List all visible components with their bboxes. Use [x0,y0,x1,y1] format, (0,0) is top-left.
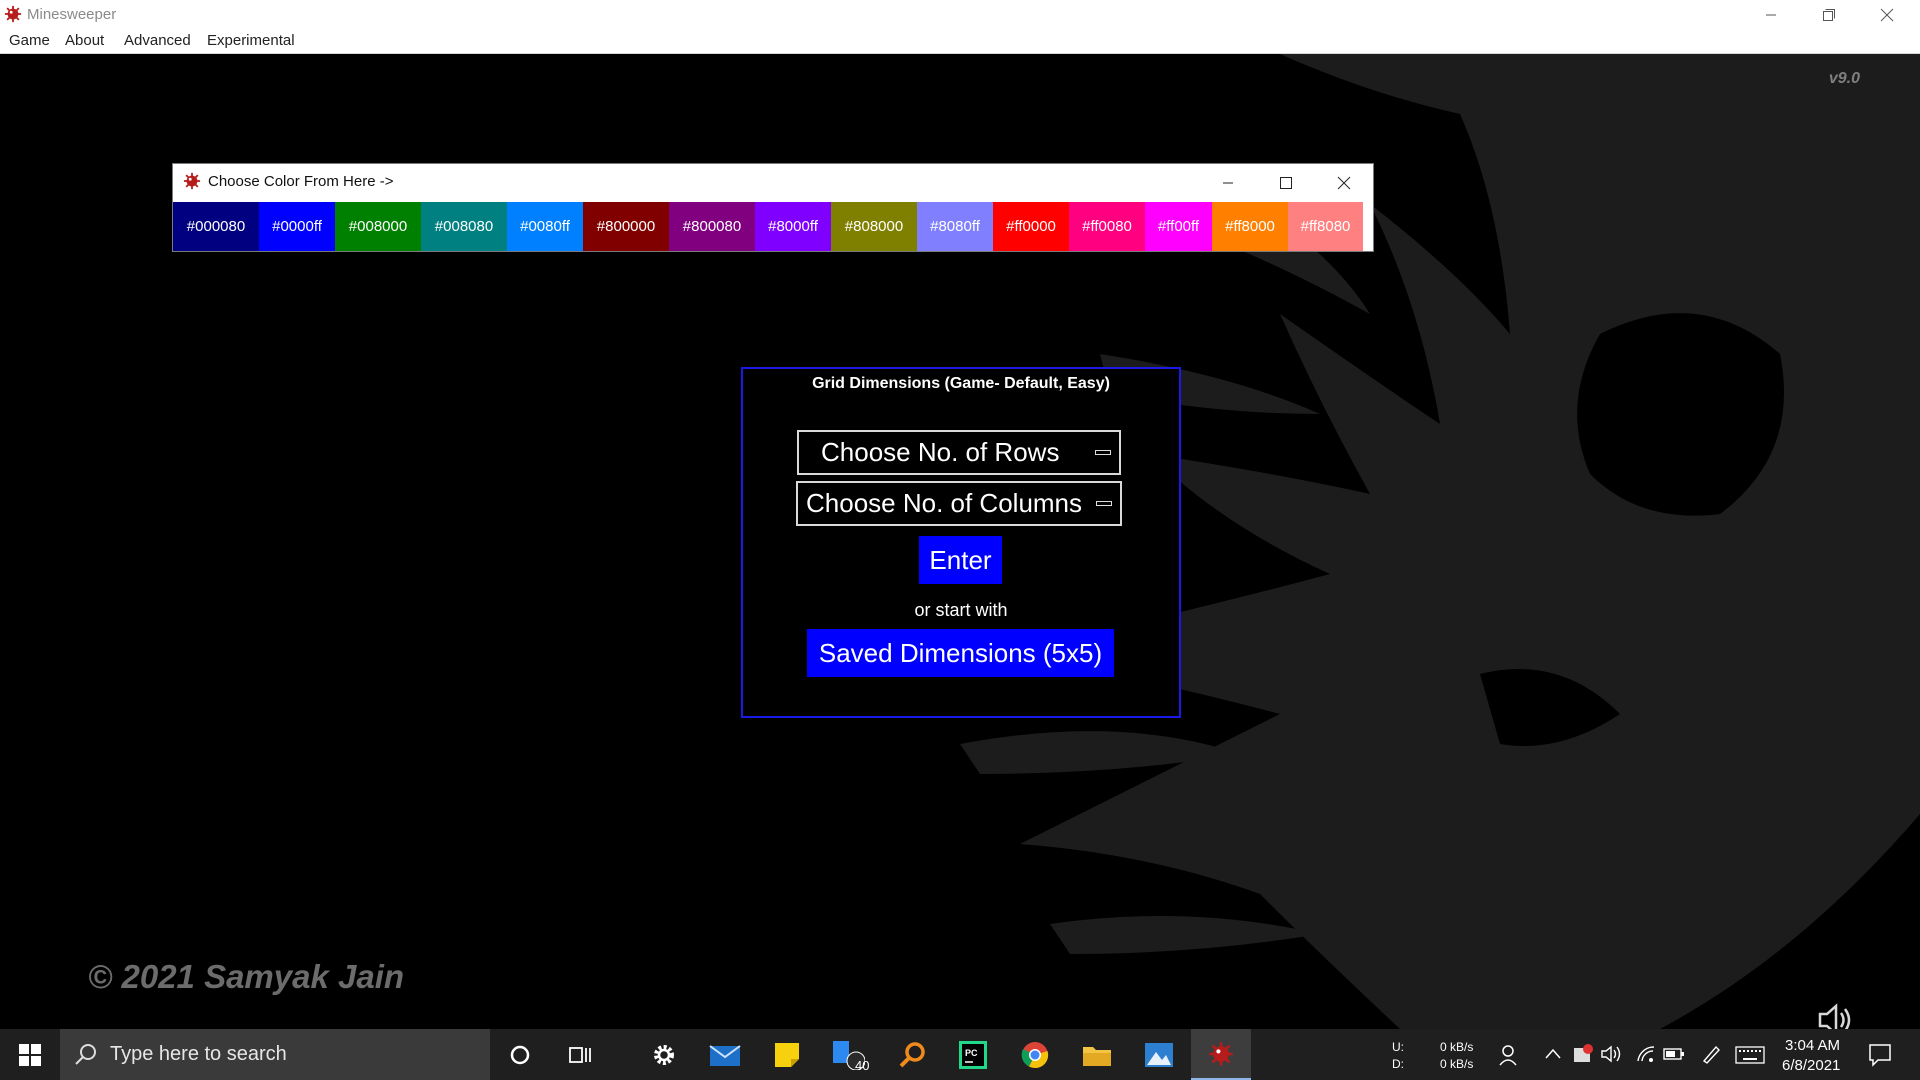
title-bar: Minesweeper [0,0,1920,29]
rows-dropdown[interactable]: Choose No. of Rows [797,430,1121,475]
mail-icon [709,1044,741,1066]
taskbar-file-app[interactable]: 40 [818,1029,878,1080]
color-swatch[interactable]: #8080ff [917,202,993,251]
columns-dropdown[interactable]: Choose No. of Columns [796,481,1122,526]
close-button[interactable] [1858,0,1916,29]
chrome-icon [1021,1041,1049,1068]
taskbar-mail[interactable] [695,1029,755,1080]
search-icon [75,1044,96,1065]
net-download-label: D: [1392,1057,1404,1071]
saved-dimensions-button[interactable]: Saved Dimensions (5x5) [807,629,1114,677]
color-window-maximize-button[interactable] [1257,164,1315,202]
windows-icon [19,1043,41,1066]
close-icon [1337,176,1351,190]
cortana-icon [510,1045,530,1064]
restore-icon [1823,8,1835,21]
taskbar-photos[interactable] [1129,1029,1189,1080]
taskbar-search-box[interactable]: Type here to search [60,1029,490,1080]
color-swatch[interactable]: #ff0080 [1069,202,1145,251]
net-download-speed: 0 kB/s [1440,1057,1474,1071]
color-swatch[interactable]: #000080 [173,202,259,251]
start-button[interactable] [0,1029,60,1080]
color-swatch[interactable]: #0000ff [259,202,335,251]
taskbar-search-app[interactable] [882,1029,942,1080]
rows-dropdown-label: Choose No. of Rows [821,437,1060,467]
menu-about[interactable]: About [65,32,104,49]
svg-text:PC: PC [965,1048,978,1058]
taskbar-pycharm[interactable]: PC [943,1029,1003,1080]
copyright-text: © 2021 Samyak Jain [88,958,405,995]
folder-icon [1083,1046,1111,1066]
color-swatch[interactable]: #008000 [335,202,421,251]
enter-button[interactable]: Enter [919,536,1002,584]
close-icon [1880,8,1894,21]
wifi-icon[interactable] [1636,1044,1656,1064]
magnifier-icon [899,1041,925,1067]
version-label: v9.0 [1828,70,1860,87]
menu-bar: Game About Advanced Experimental [0,29,1920,54]
mine-icon [4,5,22,23]
mine-icon [1209,1041,1233,1066]
notification-icon[interactable] [1868,1043,1892,1067]
mail-badge-count: 40 [855,1058,870,1073]
gear-icon [654,1044,674,1065]
search-placeholder: Type here to search [110,1043,287,1065]
color-window-title: Choose Color From Here -> [208,173,394,190]
color-swatch[interactable]: #008080 [421,202,507,251]
color-swatch[interactable]: #ff00ff [1145,202,1212,251]
people-icon[interactable] [1498,1043,1522,1067]
window-title: Minesweeper [27,6,117,23]
speaker-icon[interactable] [1814,1000,1854,1029]
color-swatch[interactable]: #0080ff [507,202,583,251]
color-swatch-row: #000080 #0000ff #008000 #008080 #0080ff … [173,202,1373,251]
color-swatch[interactable]: #800080 [669,202,755,251]
minimize-icon [1766,14,1776,15]
battery-icon[interactable] [1662,1046,1686,1062]
taskbar: Type here to search 40 PC U: D: 0 kB/s 0… [0,1029,1920,1080]
keyboard-icon[interactable] [1735,1046,1765,1064]
sticky-notes-icon [775,1042,799,1067]
cortana-button[interactable] [490,1029,550,1080]
security-alert-icon[interactable] [1572,1043,1594,1065]
color-swatch[interactable]: #808000 [831,202,917,251]
or-start-with-text: or start with [914,600,1008,620]
menu-game[interactable]: Game [9,32,50,49]
mine-icon [183,172,201,190]
net-upload-label: U: [1392,1040,1404,1054]
chevron-up-icon[interactable] [1545,1047,1561,1061]
color-chooser-window: Choose Color From Here -> #000080 #0000f… [173,164,1373,251]
color-swatch[interactable]: #ff8000 [1212,202,1288,251]
dropdown-indicator-icon [1095,450,1111,455]
minimize-button[interactable] [1742,0,1800,29]
minimize-icon [1223,182,1233,184]
color-swatch[interactable]: #ff8080 [1288,202,1363,251]
columns-dropdown-label: Choose No. of Columns [806,488,1083,518]
taskbar-chrome[interactable] [1005,1029,1065,1080]
volume-icon[interactable] [1600,1044,1622,1064]
menu-advanced[interactable]: Advanced [124,32,191,49]
clock-time[interactable]: 3:04 AM [1785,1037,1840,1054]
dropdown-indicator-icon [1096,501,1112,506]
task-view-button[interactable] [550,1029,610,1080]
taskbar-settings[interactable] [634,1029,694,1080]
photos-icon [1145,1042,1173,1067]
menu-experimental[interactable]: Experimental [207,32,295,49]
grid-panel-title: Grid Dimensions (Game- Default, Easy) [812,375,1110,392]
color-swatch[interactable]: #800000 [583,202,669,251]
pen-icon[interactable] [1700,1043,1722,1065]
clock-date[interactable]: 6/8/2021 [1782,1057,1840,1074]
net-upload-speed: 0 kB/s [1440,1040,1474,1054]
taskbar-minesweeper[interactable] [1191,1029,1251,1080]
task-view-icon [569,1046,591,1063]
pycharm-icon: PC [959,1040,987,1069]
taskbar-file-explorer[interactable] [1067,1029,1127,1080]
color-swatch[interactable]: #ff0000 [993,202,1069,251]
restore-button[interactable] [1800,0,1858,29]
taskbar-sticky-notes[interactable] [757,1029,817,1080]
color-swatch[interactable]: #8000ff [755,202,831,251]
color-window-minimize-button[interactable] [1199,164,1257,202]
maximize-icon [1280,177,1292,189]
color-window-close-button[interactable] [1315,164,1373,202]
grid-dimensions-panel: Grid Dimensions (Game- Default, Easy) Ch… [741,367,1181,718]
